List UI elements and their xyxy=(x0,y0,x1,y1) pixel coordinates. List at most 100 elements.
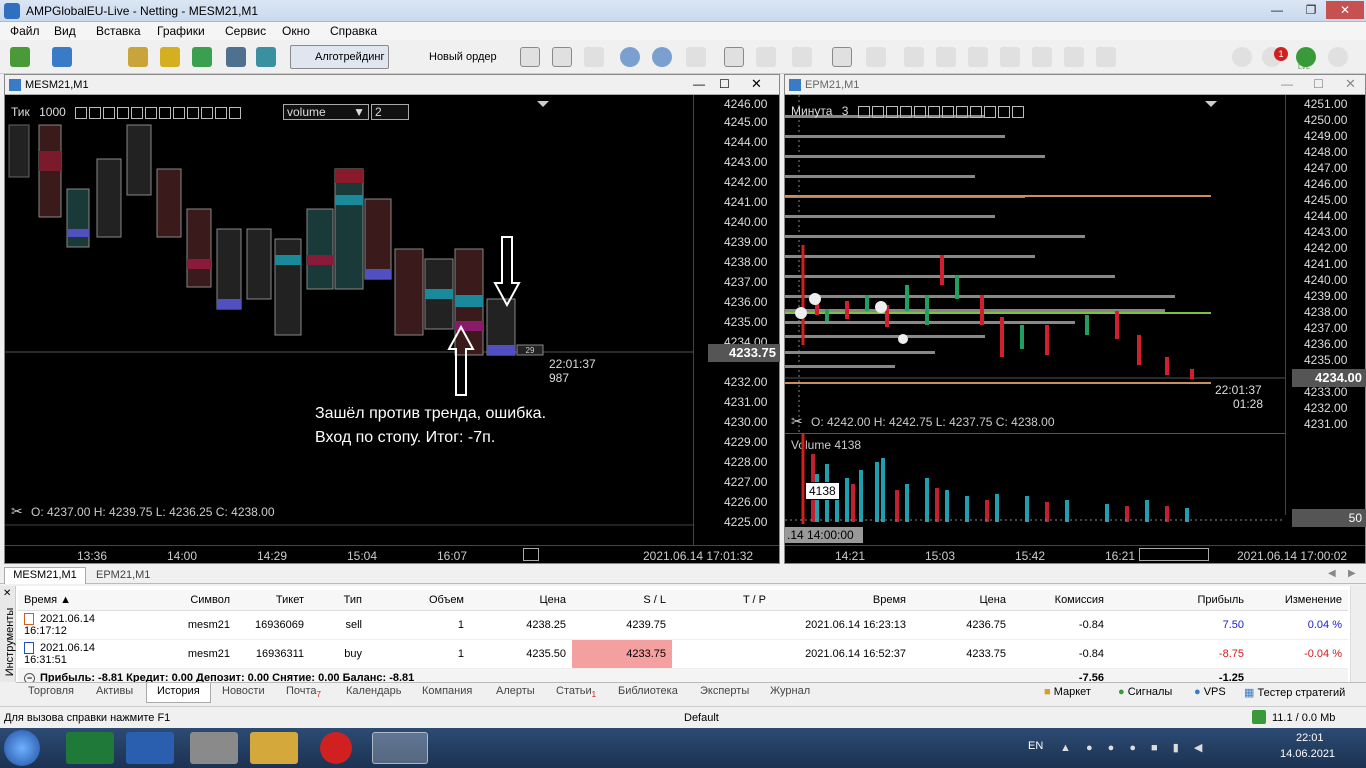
chart-mini-buttons[interactable] xyxy=(75,105,243,119)
tab-strategy-tester[interactable]: ▦ Тестер стратегий xyxy=(1244,686,1345,699)
profiles-icon[interactable] xyxy=(52,47,72,67)
fibo-icon[interactable] xyxy=(1032,47,1052,67)
indicators-icon[interactable] xyxy=(792,47,812,67)
col-header-type[interactable]: Тип xyxy=(310,590,368,611)
word-icon[interactable] xyxy=(126,732,174,764)
menu-insert[interactable]: Вставка xyxy=(96,24,141,38)
search-icon[interactable] xyxy=(1232,47,1252,67)
crosshair-icon[interactable] xyxy=(866,47,886,67)
menu-file[interactable]: Файл xyxy=(10,24,40,38)
col-header-close-time[interactable]: Время xyxy=(772,590,912,611)
tab-news[interactable]: Новости xyxy=(222,685,265,697)
menu-charts[interactable]: Графики xyxy=(157,24,205,38)
col-header-change[interactable]: Изменение xyxy=(1250,590,1348,611)
col-header-close-price[interactable]: Цена xyxy=(912,590,1012,611)
line-chart-icon[interactable] xyxy=(584,47,604,67)
zoom-out-icon[interactable] xyxy=(652,47,672,67)
tab-trade[interactable]: Торговля xyxy=(28,685,74,697)
bar-chart-icon[interactable] xyxy=(520,47,540,67)
menu-view[interactable]: Вид xyxy=(54,24,76,38)
cursor-icon[interactable] xyxy=(832,47,852,67)
new-order-button[interactable]: Новый ордер xyxy=(404,45,502,69)
table-row[interactable]: 2021.06.14 16:31:51 mesm21 16936311 buy … xyxy=(18,639,1348,669)
vertical-line-icon[interactable] xyxy=(904,47,924,67)
status-profile[interactable]: Default xyxy=(684,712,719,724)
col-header-price[interactable]: Цена xyxy=(470,590,572,611)
data-window-icon[interactable] xyxy=(192,47,212,67)
terminal-icon[interactable] xyxy=(226,47,246,67)
market-watch-icon[interactable] xyxy=(128,47,148,67)
tray-language[interactable]: EN xyxy=(1028,740,1043,752)
maximize-button[interactable]: ❐ xyxy=(1292,1,1330,19)
text-icon[interactable] xyxy=(1064,47,1084,67)
opera-icon[interactable] xyxy=(320,732,352,764)
chart-maximize-button[interactable]: ☐ xyxy=(1313,77,1324,91)
shapes-icon[interactable] xyxy=(1096,47,1116,67)
menu-window[interactable]: Окно xyxy=(282,24,310,38)
col-header-symbol[interactable]: Символ xyxy=(144,590,236,611)
tab-calendar[interactable]: Календарь xyxy=(346,685,402,697)
footprint-chart-area[interactable] xyxy=(5,95,693,545)
chart-tab-mesm21[interactable]: MESM21,M1 xyxy=(4,567,86,584)
tab-vps[interactable]: ● VPS xyxy=(1194,686,1226,698)
tab-assets[interactable]: Активы xyxy=(96,685,133,697)
col-header-ticket[interactable]: Тикет xyxy=(236,590,310,611)
chart-tab-epm21[interactable]: EPM21,M1 xyxy=(96,569,150,581)
tab-signals[interactable]: ● Сигналы xyxy=(1118,686,1172,698)
time-scroll-box[interactable] xyxy=(1139,548,1209,561)
col-header-tp[interactable]: T / P xyxy=(672,590,772,611)
zoom-in-icon[interactable] xyxy=(620,47,640,67)
explorer-icon[interactable] xyxy=(250,732,298,764)
chart-minimize-button[interactable]: — xyxy=(1281,77,1293,91)
chart-mini-buttons[interactable] xyxy=(857,104,1026,118)
period-stepper[interactable]: 2 xyxy=(371,104,409,120)
chart-shift-icon[interactable] xyxy=(756,47,776,67)
chart-minimize-button[interactable]: — xyxy=(693,77,705,91)
new-chart-icon[interactable] xyxy=(10,47,30,67)
col-header-commission[interactable]: Комиссия xyxy=(1012,590,1110,611)
col-header-sl[interactable]: S / L xyxy=(572,590,672,611)
toolbox-close-icon[interactable]: ✕ xyxy=(3,588,11,599)
col-header-profit[interactable]: Прибыль xyxy=(1110,590,1250,611)
menu-tools[interactable]: Сервис xyxy=(225,24,266,38)
navigator-icon[interactable] xyxy=(160,47,180,67)
vertical-scrollbar[interactable] xyxy=(1350,586,1366,682)
trendline-icon[interactable] xyxy=(968,47,988,67)
tab-company[interactable]: Компания xyxy=(422,685,472,697)
menu-help[interactable]: Справка xyxy=(330,24,377,38)
indicator-select[interactable]: volume ▼ xyxy=(283,104,369,120)
table-row[interactable]: 2021.06.14 16:17:12 mesm21 16936069 sell… xyxy=(18,610,1348,640)
tab-experts[interactable]: Эксперты xyxy=(700,685,749,697)
horizontal-line-icon[interactable] xyxy=(936,47,956,67)
candlestick-chart-area[interactable] xyxy=(785,95,1285,435)
account-avatar-icon[interactable] xyxy=(1328,47,1348,67)
col-header-time[interactable]: Время ▲ xyxy=(18,590,144,611)
autoscroll-icon[interactable] xyxy=(724,47,744,67)
metatrader-icon[interactable] xyxy=(372,732,428,764)
tabs-scroll-left-icon[interactable]: ◀ xyxy=(1328,568,1336,579)
candle-chart-icon[interactable] xyxy=(552,47,572,67)
col-header-volume[interactable]: Объем xyxy=(368,590,470,611)
tab-mail[interactable]: Почта7 xyxy=(286,685,321,699)
calculator-icon[interactable] xyxy=(190,732,238,764)
tile-windows-icon[interactable] xyxy=(686,47,706,67)
excel-icon[interactable] xyxy=(66,732,114,764)
chart-close-button[interactable]: ✕ xyxy=(1345,76,1356,92)
tab-library[interactable]: Библиотека xyxy=(618,685,678,697)
tab-journal[interactable]: Журнал xyxy=(770,685,810,697)
close-button[interactable]: ✕ xyxy=(1326,1,1364,19)
tab-history[interactable]: История xyxy=(146,683,211,703)
algo-trading-button[interactable]: Алготрейдинг xyxy=(290,45,390,69)
tab-alerts[interactable]: Алерты xyxy=(496,685,535,697)
tabs-scroll-right-icon[interactable]: ▶ xyxy=(1348,568,1356,579)
tab-market[interactable]: ■ Маркет xyxy=(1044,686,1091,698)
chart-close-button[interactable]: ✕ xyxy=(751,76,762,92)
minimize-button[interactable]: — xyxy=(1258,1,1296,19)
tab-articles[interactable]: Статьи1 xyxy=(556,685,596,699)
equidistant-channel-icon[interactable] xyxy=(1000,47,1020,67)
start-button[interactable] xyxy=(4,730,40,766)
tester-icon[interactable] xyxy=(256,47,276,67)
time-scroll-box[interactable] xyxy=(523,548,539,561)
tray-icons[interactable]: ▲ ● ● ● ■ ▮ ◀ xyxy=(1060,741,1250,755)
chart-maximize-button[interactable]: ☐ xyxy=(719,77,730,91)
